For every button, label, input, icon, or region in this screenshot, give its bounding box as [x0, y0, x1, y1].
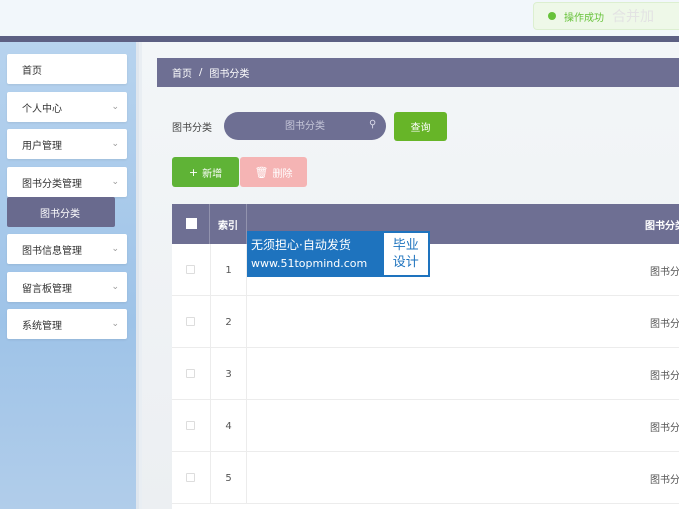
query-button[interactable]: 查询 — [394, 112, 447, 141]
delete-button-label: 删除 — [272, 168, 293, 180]
row-index: 4 — [210, 400, 247, 452]
sidebar-item-users[interactable]: 用户管理 ⌄ — [7, 129, 127, 159]
header-category-name: 图书分类 — [645, 221, 679, 232]
sidebar-item-label: 用户管理 — [22, 140, 62, 152]
row-category-name: 图书分 — [650, 423, 679, 434]
sidebar-item-label: 图书分类管理 — [22, 178, 82, 190]
row-category-name: 图书分 — [650, 319, 679, 330]
sidebar-item-book-info[interactable]: 图书信息管理 ⌄ — [7, 234, 127, 264]
watermark-url: www.51topmind.com — [251, 257, 368, 270]
sidebar-item-label: 个人中心 — [22, 103, 62, 115]
watermark-text: 无须担心·自动发货 www.51topmind.com — [247, 231, 382, 277]
table-row[interactable]: 2 图书分 — [172, 296, 679, 348]
plus-icon: + — [188, 165, 199, 179]
watermark-banner: 无须担心·自动发货 www.51topmind.com 毕业 设计 — [247, 231, 430, 277]
row-category-name: 图书分 — [650, 371, 679, 382]
row-index: 2 — [210, 296, 247, 348]
breadcrumb-separator: / — [199, 67, 203, 78]
sidebar-item-book-category[interactable]: 图书分类管理 ⌄ — [7, 167, 127, 197]
sidebar: 首页 个人中心 ⌄ 用户管理 ⌄ 图书分类管理 ⌄ 图书分类 图书信息管理 ⌄ … — [0, 42, 139, 509]
chevron-down-icon: ⌄ — [111, 282, 119, 292]
search-label: 图书分类 — [172, 123, 212, 134]
sidebar-item-label: 留言板管理 — [22, 283, 72, 295]
sidebar-item-label: 首页 — [22, 65, 42, 77]
row-index: 3 — [210, 348, 247, 400]
chevron-down-icon: ⌄ — [111, 139, 119, 149]
trash-icon: 🗑 — [254, 165, 269, 179]
header-index: 索引 — [218, 221, 238, 232]
sidebar-item-system[interactable]: 系统管理 ⌄ — [7, 309, 127, 339]
breadcrumb: 首页 / 图书分类 — [157, 58, 679, 87]
row-checkbox[interactable] — [186, 473, 195, 482]
delete-button[interactable]: 🗑 删除 — [240, 157, 307, 187]
row-category-name: 图书分 — [650, 267, 679, 278]
toast-message: 操作成功 — [564, 12, 604, 24]
row-category-name: 图书分 — [650, 475, 679, 486]
chevron-down-icon: ⌄ — [111, 177, 119, 187]
sidebar-item-home[interactable]: 首页 — [7, 54, 127, 84]
sidebar-subitem-label: 图书分类 — [40, 208, 80, 220]
watermark-badge-bottom: 设计 — [392, 255, 419, 270]
breadcrumb-home[interactable]: 首页 — [172, 65, 192, 80]
breadcrumb-current: 图书分类 — [209, 69, 250, 80]
table-row[interactable]: 5 图书分 — [172, 452, 679, 504]
row-index: 5 — [210, 452, 247, 504]
chevron-down-icon: ⌄ — [111, 319, 119, 329]
sidebar-item-message-board[interactable]: 留言板管理 ⌄ — [7, 272, 127, 302]
search-icon: ⚲ — [369, 119, 377, 130]
add-button[interactable]: + 新增 — [172, 157, 239, 187]
table-row[interactable]: 3 图书分 — [172, 348, 679, 400]
table-row[interactable]: 4 图书分 — [172, 400, 679, 452]
watermark-badge-top: 毕业 — [392, 238, 419, 253]
success-icon — [548, 12, 556, 20]
sidebar-subitem-book-category[interactable]: 图书分类 — [7, 197, 115, 227]
sidebar-item-label: 图书信息管理 — [22, 245, 82, 257]
chevron-down-icon: ⌄ — [111, 244, 119, 254]
row-checkbox[interactable] — [186, 317, 195, 326]
select-all-checkbox[interactable] — [186, 218, 197, 229]
search-input[interactable] — [224, 112, 386, 140]
watermark-badge: 毕业 设计 — [383, 233, 428, 275]
sidebar-item-profile[interactable]: 个人中心 ⌄ — [7, 92, 127, 122]
sidebar-item-label: 系统管理 — [22, 320, 62, 332]
toast-ghost-text: 合并加 — [612, 9, 654, 25]
row-index: 1 — [210, 244, 247, 296]
add-button-label: 新增 — [202, 168, 223, 180]
watermark-slogan: 无须担心·自动发货 — [251, 238, 351, 252]
row-checkbox[interactable] — [186, 265, 195, 274]
header-divider — [209, 204, 210, 244]
row-checkbox[interactable] — [186, 369, 195, 378]
row-checkbox[interactable] — [186, 421, 195, 430]
success-toast: 操作成功 合并加 — [533, 2, 679, 30]
chevron-down-icon: ⌄ — [111, 102, 119, 112]
